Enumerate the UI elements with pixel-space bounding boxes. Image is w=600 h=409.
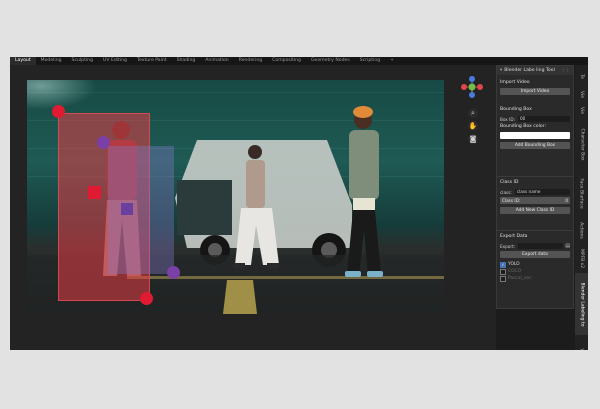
workspace-tab[interactable]: Shading — [172, 57, 201, 65]
class-name-field[interactable]: class name — [514, 189, 570, 195]
navigation-gizmo[interactable] — [460, 75, 484, 99]
checkbox-empty-icon — [500, 275, 506, 282]
bbox-corner-handle[interactable] — [97, 136, 110, 149]
workspace-tab[interactable]: Geometry Nodes — [306, 57, 355, 65]
gizmo-y-axis-icon — [468, 83, 476, 91]
format-pascal-checkbox[interactable]: Pascal_voc — [500, 275, 570, 282]
bbox-corner-handle[interactable] — [140, 292, 153, 305]
sidebar-tabs: Te Vie Vie Character Box Face Blurface Action… — [575, 65, 588, 350]
format-yolo-checkbox[interactable]: ✓ YOLO — [500, 261, 570, 268]
image-viewport[interactable]: ⌕ ✋ ◙ — [10, 65, 496, 350]
class-id-stepper[interactable]: Class ID: 0 — [500, 197, 570, 204]
class-id-value: 0 — [565, 198, 568, 203]
box-id-label: Box ID: — [500, 116, 515, 122]
sidebar-tab-label: Face Blurface — [579, 177, 585, 209]
gizmo-neg-x-axis-icon — [477, 84, 483, 90]
video-frame[interactable] — [27, 80, 444, 314]
workspace-tabs-bar: Layout Modeling Sculpting UV Editing Texture… — [10, 57, 588, 65]
checkbox-checked-icon: ✓ — [500, 261, 506, 268]
bbox-corner-handle[interactable] — [52, 105, 65, 118]
workspace-tab[interactable]: Scripting — [355, 57, 385, 65]
workspace-tab[interactable]: Compositing — [267, 57, 306, 65]
labeling-tool-panel: ▾ Blender Labe ling Tool ⋮⋮ Import Video… — [496, 65, 574, 309]
sidebar-tab[interactable]: Character Box — [575, 119, 588, 169]
export-section-title: Export Data — [500, 234, 528, 239]
sidebar-tab-label: MPFB v2 — [579, 248, 585, 268]
box-id-field[interactable]: 00 — [518, 116, 570, 122]
add-workspace-button[interactable]: + — [385, 57, 399, 65]
workspace-tab[interactable]: Modeling — [36, 57, 67, 65]
bbox-corner-handle[interactable] — [167, 266, 180, 279]
zoom-icon[interactable]: ⌕ — [468, 108, 478, 118]
format-coco-label: COCO — [508, 269, 522, 274]
workspace-tab[interactable]: Sculpting — [67, 57, 98, 65]
sidebar-tab-label: Vie — [579, 106, 584, 114]
class-label: class: — [500, 189, 512, 195]
sidebar-tab[interactable]: Blender Labeling to — [575, 273, 588, 335]
bbox-section-title: Bounding Box — [500, 107, 532, 112]
sidebar-tab[interactable]: Vie — [575, 87, 588, 101]
section-divider — [497, 230, 573, 231]
class-id-label: Class ID: — [502, 198, 521, 203]
gizmo-neg-z-axis-icon — [469, 92, 475, 98]
sidebar-tab-label: Virtual Golden to — [579, 348, 584, 350]
export-path-field[interactable] — [518, 243, 564, 249]
bbox-section: Bounding Box Box ID: 00 Bounding Box col… — [500, 106, 570, 149]
sidebar-tab-label: Te — [578, 73, 584, 79]
bounding-box-secondary[interactable] — [108, 146, 174, 274]
format-pascal-label: Pascal_voc — [508, 276, 532, 281]
class-section: Class ID class: class name Class ID: 0 A… — [500, 179, 570, 214]
panel-header[interactable]: ▾ Blender Labe ling Tool ⋮⋮ — [497, 66, 573, 75]
blender-window: Layout Modeling Sculpting UV Editing Texture… — [10, 57, 588, 350]
sidebar-tab[interactable]: Te — [575, 67, 588, 85]
sidebar-tab[interactable]: Actions — [575, 217, 588, 243]
sidebar-tab-label: Vie — [579, 90, 584, 98]
section-divider — [497, 176, 573, 177]
import-section: Import Video Import Video — [500, 79, 570, 95]
pan-hand-icon[interactable]: ✋ — [468, 121, 478, 131]
camera-icon[interactable]: ◙ — [468, 134, 478, 144]
sidebar-tab[interactable]: Vie — [575, 103, 588, 117]
add-class-id-button[interactable]: Add New Class ID — [500, 207, 570, 214]
chevron-down-icon[interactable]: ▾ — [500, 66, 502, 75]
workspace-tab[interactable]: Animation — [200, 57, 233, 65]
class-section-title: Class ID — [500, 180, 519, 185]
sidebar-tab[interactable]: Face Blurface — [575, 171, 588, 215]
checkbox-empty-icon — [500, 268, 506, 275]
add-bounding-box-button[interactable]: Add Bounding Box — [500, 142, 570, 149]
drag-handle-icon[interactable]: ⋮⋮ — [561, 66, 570, 75]
format-yolo-label: YOLO — [508, 262, 520, 267]
export-section: Export Data Export: ▤ Export data ✓ YOLO… — [500, 233, 570, 282]
workspace-tab[interactable]: Rendering — [234, 57, 267, 65]
bbox-color-swatch[interactable] — [500, 132, 570, 139]
sidebar-tab[interactable]: Virtual Golden to — [575, 337, 588, 350]
workspace-tab[interactable]: UV Editing — [98, 57, 132, 65]
workspace-tab[interactable]: Layout — [10, 57, 36, 65]
sidebar-tab-label: Blender Labeling to — [579, 282, 585, 326]
sidebar-tab-label: Character Box — [579, 127, 585, 161]
panel-title: Blender Labe ling Tool — [504, 68, 555, 73]
gizmo-x-axis-icon — [461, 84, 467, 90]
gizmo-z-axis-icon — [469, 76, 475, 82]
bbox-color-label: Bounding Box color: — [500, 124, 547, 129]
bbox-center-handle[interactable] — [121, 203, 133, 215]
import-video-button[interactable]: Import Video — [500, 88, 570, 95]
workspace-tab[interactable]: Texture Paint — [132, 57, 172, 65]
sidebar-tab[interactable]: MPFB v2 — [575, 245, 588, 271]
export-data-button[interactable]: Export data — [500, 251, 570, 258]
sidebar-tab-label: Actions — [579, 221, 585, 239]
export-label: Export: — [500, 243, 516, 249]
import-section-title: Import Video — [500, 80, 530, 85]
format-coco-checkbox[interactable]: COCO — [500, 268, 570, 275]
folder-icon[interactable]: ▤ — [565, 243, 570, 249]
bbox-center-handle[interactable] — [88, 186, 101, 199]
